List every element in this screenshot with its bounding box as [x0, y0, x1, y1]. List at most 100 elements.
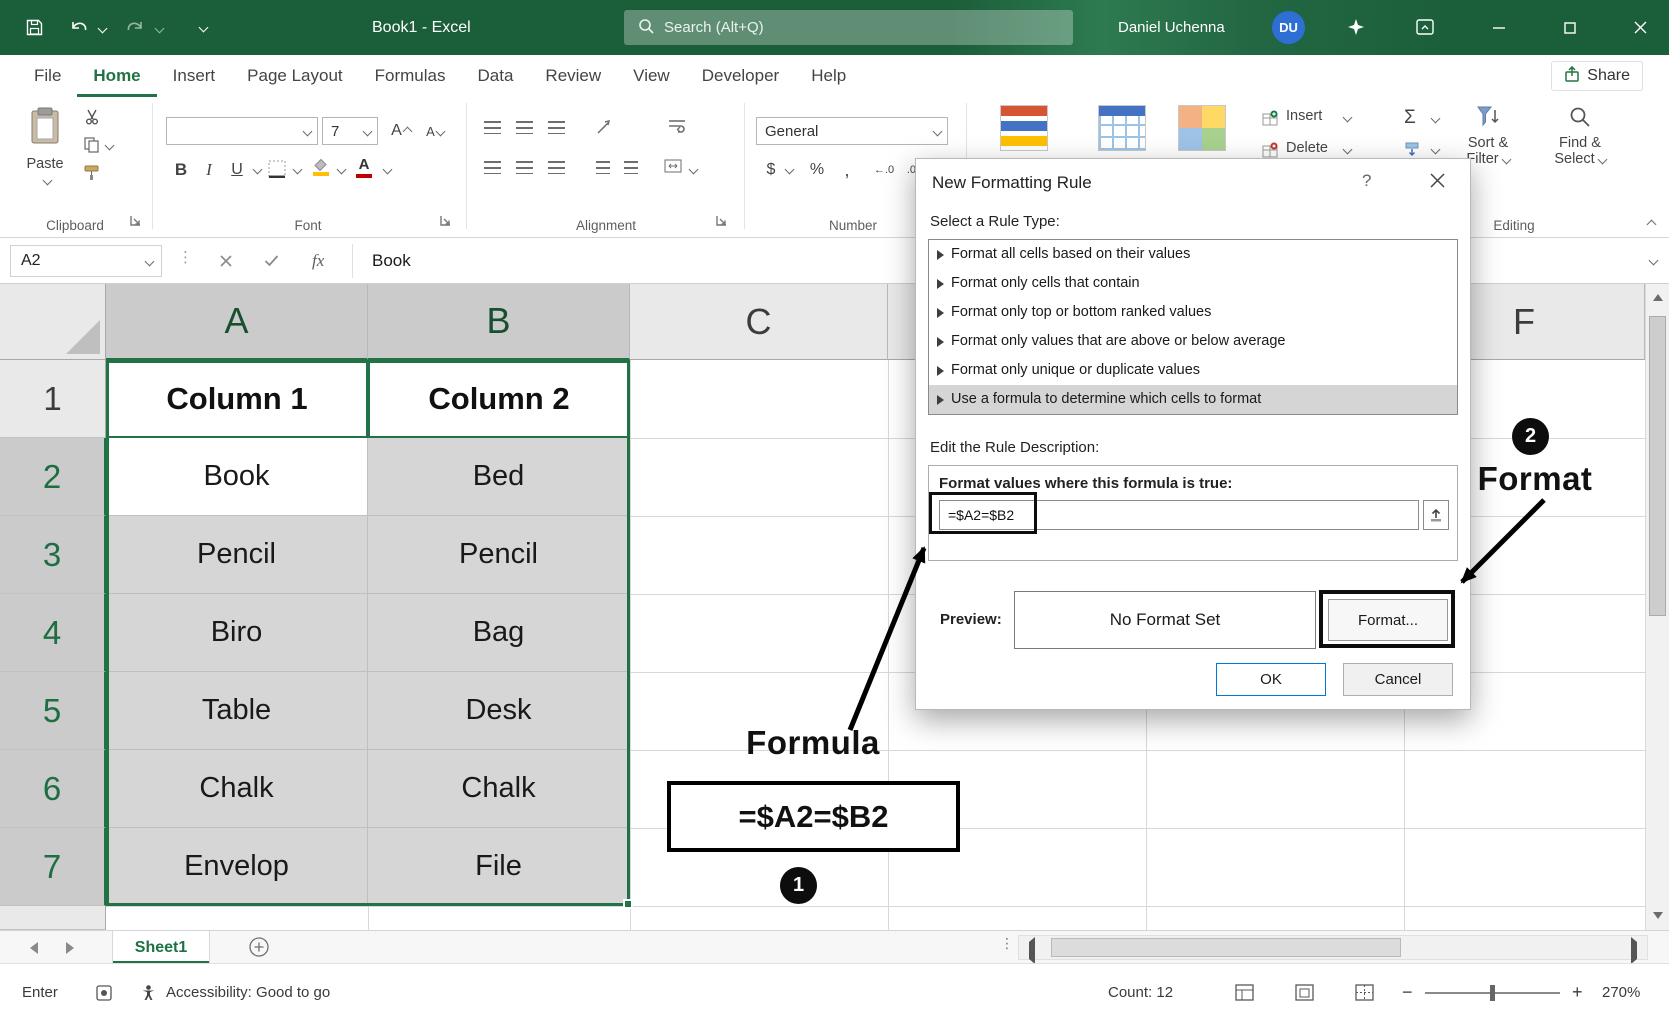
row-header-7[interactable]: 7	[0, 828, 106, 906]
rule-type-option-3[interactable]: Format only top or bottom ranked values	[929, 298, 1457, 327]
paste-button[interactable]: Paste	[16, 105, 74, 217]
align-right-icon[interactable]	[548, 161, 565, 174]
rule-type-option-5[interactable]: Format only unique or duplicate values	[929, 356, 1457, 385]
range-picker-button[interactable]	[1423, 500, 1449, 530]
copy-icon[interactable]	[84, 137, 99, 158]
undo-button[interactable]	[70, 20, 88, 41]
maximize-button[interactable]	[1545, 0, 1594, 55]
borders-icon[interactable]	[268, 160, 286, 183]
tab-home[interactable]: Home	[77, 55, 156, 97]
rule-type-option-4[interactable]: Format only values that are above or bel…	[929, 327, 1457, 356]
merge-center-icon[interactable]	[664, 159, 682, 178]
fill-color-dropdown-icon[interactable]	[337, 165, 347, 175]
font-name-combo[interactable]	[166, 117, 318, 145]
search-box[interactable]: Search (Alt+Q)	[624, 10, 1073, 45]
fill-handle[interactable]	[623, 899, 633, 909]
decrease-indent-icon[interactable]	[596, 161, 610, 174]
enter-entry-icon[interactable]	[264, 254, 279, 272]
name-box[interactable]: A2	[10, 245, 162, 277]
normal-view-icon[interactable]	[1235, 984, 1254, 1005]
insert-function-icon[interactable]: fx	[312, 238, 324, 284]
font-size-combo[interactable]: 7	[322, 117, 378, 145]
undo-dropdown-icon[interactable]	[98, 24, 108, 34]
rule-type-option-2[interactable]: Format only cells that contain	[929, 269, 1457, 298]
fill-color-icon[interactable]	[312, 158, 330, 176]
column-header-A[interactable]: A	[106, 284, 368, 360]
increase-indent-icon[interactable]	[624, 161, 638, 174]
scroll-right-icon[interactable]	[1631, 942, 1637, 960]
sheet-tab-sheet1[interactable]: Sheet1	[112, 931, 210, 964]
borders-dropdown-icon[interactable]	[293, 165, 303, 175]
tab-file[interactable]: File	[18, 55, 77, 97]
vertical-scrollbar-thumb[interactable]	[1649, 316, 1666, 616]
accessibility-icon[interactable]	[140, 984, 157, 1005]
row-header-4[interactable]: 4	[0, 594, 106, 672]
collapse-ribbon-icon[interactable]	[1647, 220, 1657, 230]
merge-center-dropdown-icon[interactable]	[689, 165, 699, 175]
align-bottom-icon[interactable]	[548, 121, 565, 134]
formula-input[interactable]	[939, 500, 1419, 530]
find-select-button[interactable]: Find & Select	[1536, 97, 1624, 167]
cell-A5[interactable]: Table	[106, 672, 368, 750]
horizontal-scrollbar[interactable]	[1018, 935, 1648, 960]
cell-A6[interactable]: Chalk	[106, 750, 368, 828]
comma-style-button[interactable]: ,	[836, 155, 858, 185]
format-painter-icon[interactable]	[84, 165, 99, 186]
row-header-5[interactable]: 5	[0, 672, 106, 750]
wrap-text-icon[interactable]	[668, 119, 686, 138]
autosum-button[interactable]: Σ	[1404, 107, 1416, 129]
cancel-entry-icon[interactable]	[220, 254, 232, 272]
cell-B2[interactable]: Bed	[368, 438, 630, 516]
align-left-icon[interactable]	[484, 161, 501, 174]
rule-type-option-1[interactable]: Format all cells based on their values	[929, 240, 1457, 269]
cell-B3[interactable]: Pencil	[368, 516, 630, 594]
redo-dropdown-icon[interactable]	[155, 24, 165, 34]
tab-review[interactable]: Review	[529, 55, 617, 97]
redo-button[interactable]	[126, 20, 144, 41]
cell-B6[interactable]: Chalk	[368, 750, 630, 828]
zoom-out-button[interactable]: −	[1402, 964, 1413, 1020]
scroll-up-icon[interactable]	[1653, 294, 1663, 301]
dialog-help-button[interactable]: ?	[1362, 171, 1371, 191]
conditional-formatting-icon[interactable]	[1000, 105, 1048, 151]
formula-bar-value[interactable]: Book	[372, 238, 411, 284]
tab-insert[interactable]: Insert	[157, 55, 232, 97]
alignment-dialog-launcher-icon[interactable]	[716, 213, 727, 231]
row-header-3[interactable]: 3	[0, 516, 106, 594]
cell-A1[interactable]: Column 1	[106, 360, 368, 438]
column-header-C[interactable]: C	[630, 284, 888, 360]
scroll-down-icon[interactable]	[1653, 912, 1663, 919]
accessibility-status[interactable]: Accessibility: Good to go	[166, 964, 330, 1020]
ribbon-display-options-icon[interactable]	[1416, 19, 1434, 40]
font-color-dropdown-icon[interactable]	[383, 165, 393, 175]
user-name[interactable]: Daniel Uchenna	[1118, 0, 1225, 55]
cell-styles-icon[interactable]	[1178, 105, 1226, 151]
scroll-left-icon[interactable]	[1029, 942, 1035, 960]
horizontal-scrollbar-thumb[interactable]	[1051, 938, 1401, 957]
fill-dropdown-icon[interactable]	[1431, 145, 1441, 155]
formula-bar-resizer-icon[interactable]: ⋮	[178, 248, 194, 266]
save-icon[interactable]	[26, 19, 43, 41]
row-header-6[interactable]: 6	[0, 750, 106, 828]
format-button[interactable]: Format...	[1328, 599, 1448, 641]
cell-A2[interactable]: Book	[106, 438, 368, 516]
autosum-dropdown-icon[interactable]	[1431, 114, 1441, 124]
zoom-level[interactable]: 270%	[1602, 964, 1640, 1020]
quick-access-toolbar-dropdown-icon[interactable]	[199, 23, 209, 33]
row-header-2[interactable]: 2	[0, 438, 106, 516]
tab-help[interactable]: Help	[795, 55, 862, 97]
select-all-corner[interactable]	[0, 284, 106, 360]
font-color-icon[interactable]: A	[356, 156, 372, 178]
user-avatar[interactable]: DU	[1272, 11, 1305, 44]
zoom-slider-thumb[interactable]	[1490, 985, 1495, 1001]
sheet-nav-right-icon[interactable]	[66, 941, 74, 959]
increase-decimal-button[interactable]: ←.0	[868, 155, 900, 185]
cell-B1[interactable]: Column 2	[368, 360, 630, 438]
align-center-icon[interactable]	[516, 161, 533, 174]
share-button[interactable]: Share	[1551, 61, 1643, 91]
row-header-1[interactable]: 1	[0, 360, 106, 438]
vertical-scrollbar[interactable]	[1645, 284, 1669, 930]
cell-B7[interactable]: File	[368, 828, 630, 906]
insert-label[interactable]: Insert	[1286, 108, 1322, 124]
underline-button[interactable]: U	[224, 155, 250, 185]
